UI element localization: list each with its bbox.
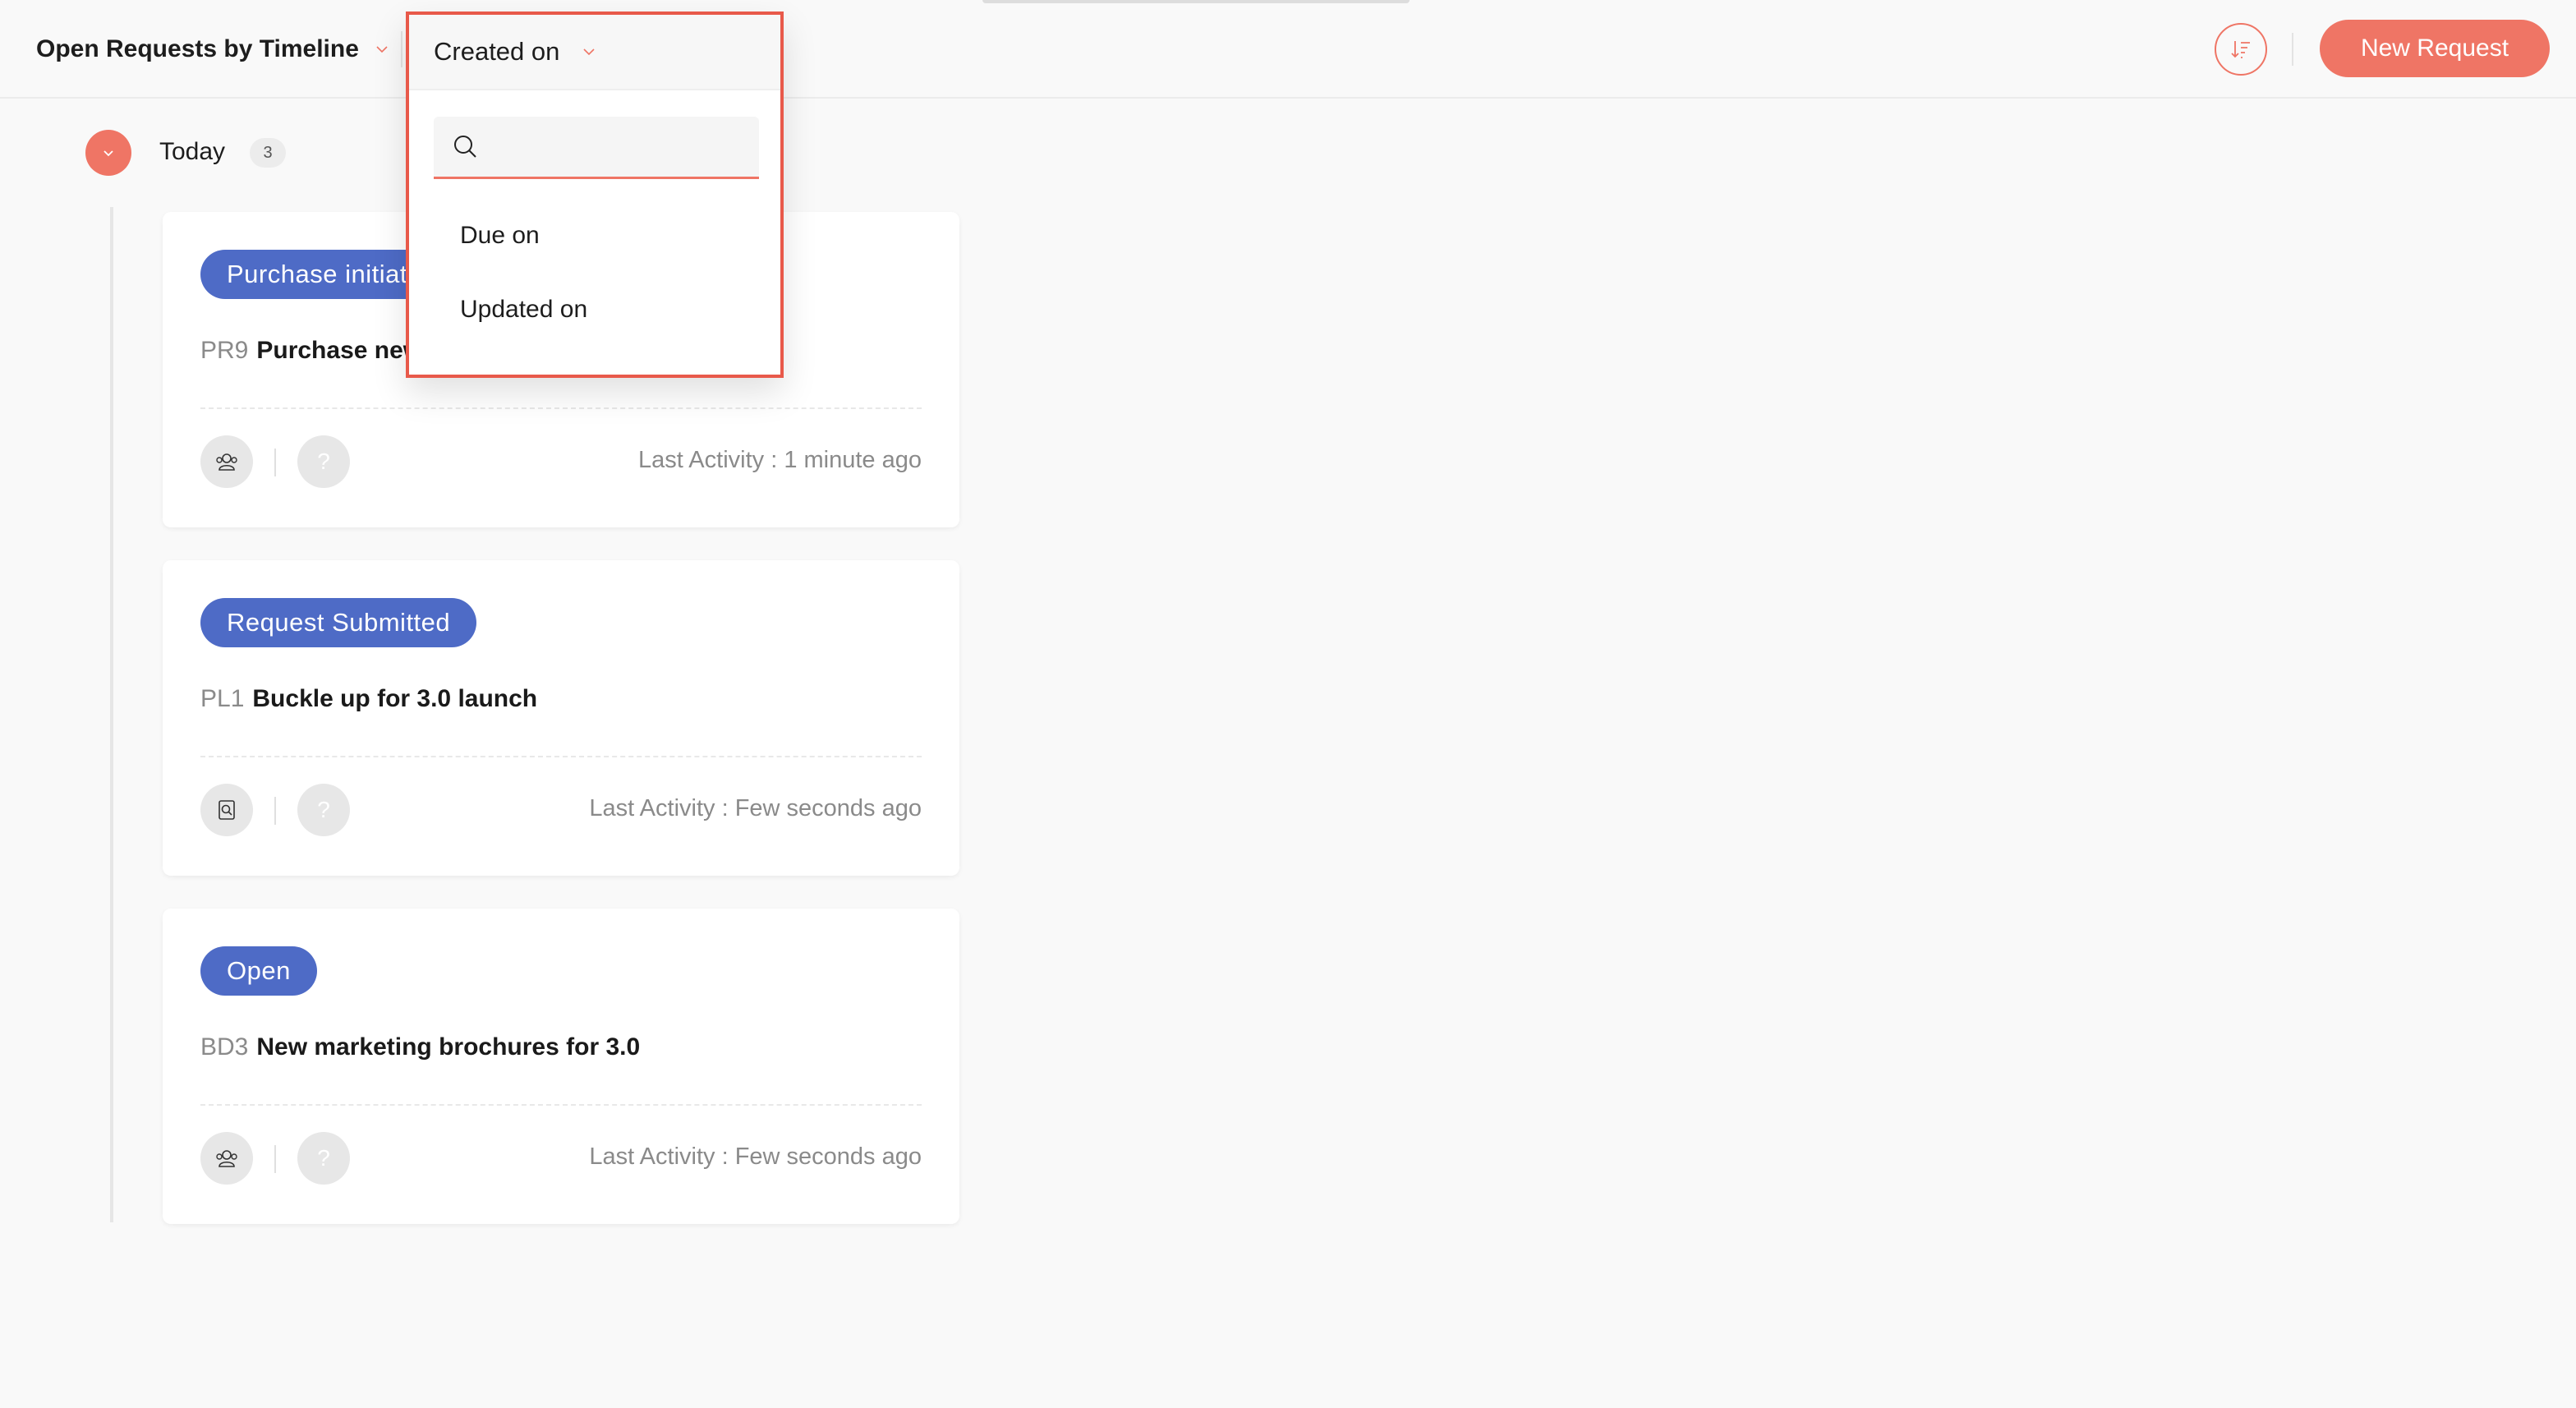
dropdown-option-updated-on[interactable]: Updated on: [460, 296, 587, 324]
activity-icon[interactable]: [200, 784, 253, 836]
last-activity: Last Activity : Few seconds ago: [589, 795, 922, 821]
dropdown-selected-label: Created on: [434, 37, 560, 66]
request-title-line[interactable]: BD3 New marketing brochures for 3.0: [200, 1033, 640, 1061]
document-search-icon: [218, 800, 235, 820]
divider: [200, 756, 922, 757]
new-request-button[interactable]: New Request: [2320, 20, 2550, 77]
search-icon: [454, 135, 476, 158]
status-badge: Open: [200, 946, 317, 996]
last-activity: Last Activity : Few seconds ago: [589, 1143, 922, 1170]
divider: [200, 1104, 922, 1106]
group-count-badge: 3: [250, 138, 286, 168]
user-group-icon: [216, 1150, 237, 1167]
user-group-icon: [216, 453, 237, 471]
chevron-down-icon: [104, 150, 113, 157]
view-selector[interactable]: Open Requests by Timeline: [36, 31, 390, 67]
request-title: Purchase new: [256, 337, 423, 364]
request-id: PR9: [200, 337, 249, 364]
divider: [401, 31, 402, 67]
divider: [2292, 33, 2293, 66]
timeline-line: [110, 207, 113, 1222]
request-title-line[interactable]: PR9 Purchase new: [200, 337, 422, 365]
dropdown-search: [434, 117, 759, 179]
request-card[interactable]: Request Submitted PL1 Buckle up for 3.0 l…: [163, 560, 959, 876]
dropdown-option-due-on[interactable]: Due on: [460, 222, 540, 250]
view-title: Open Requests by Timeline: [36, 35, 359, 62]
group-label: Today: [159, 138, 226, 165]
help-icon[interactable]: ?: [297, 784, 350, 836]
request-id: BD3: [200, 1033, 249, 1061]
dropdown-selected[interactable]: Created on: [409, 15, 780, 90]
divider: [274, 797, 276, 825]
help-icon[interactable]: ?: [297, 435, 350, 488]
request-title: New marketing brochures for 3.0: [256, 1033, 641, 1061]
sort-button[interactable]: [2215, 23, 2267, 76]
activity-icon[interactable]: [200, 435, 253, 488]
help-icon[interactable]: ?: [297, 1132, 350, 1185]
activity-icon[interactable]: [200, 1132, 253, 1185]
group-collapse-toggle[interactable]: [85, 130, 131, 176]
chevron-down-icon: [583, 48, 595, 56]
request-title: Buckle up for 3.0 launch: [252, 685, 538, 712]
divider: [274, 1145, 276, 1173]
last-activity: Last Activity : 1 minute ago: [638, 447, 922, 473]
status-badge: Request Submitted: [200, 598, 477, 647]
dropdown-search-input[interactable]: [491, 133, 738, 160]
request-id: PL1: [200, 685, 245, 712]
divider: [274, 449, 276, 476]
sort-field-dropdown: Created on Due on Updated on: [406, 12, 784, 378]
divider: [200, 407, 922, 409]
request-title-line[interactable]: PL1 Buckle up for 3.0 launch: [200, 685, 537, 713]
top-bar: Open Requests by Timeline New Request: [0, 0, 2576, 99]
chevron-down-icon: [376, 46, 388, 53]
sort-icon: [2231, 41, 2250, 58]
divider: [982, 0, 1410, 3]
request-card[interactable]: Open BD3 New marketing brochures for 3.0 …: [163, 909, 959, 1224]
